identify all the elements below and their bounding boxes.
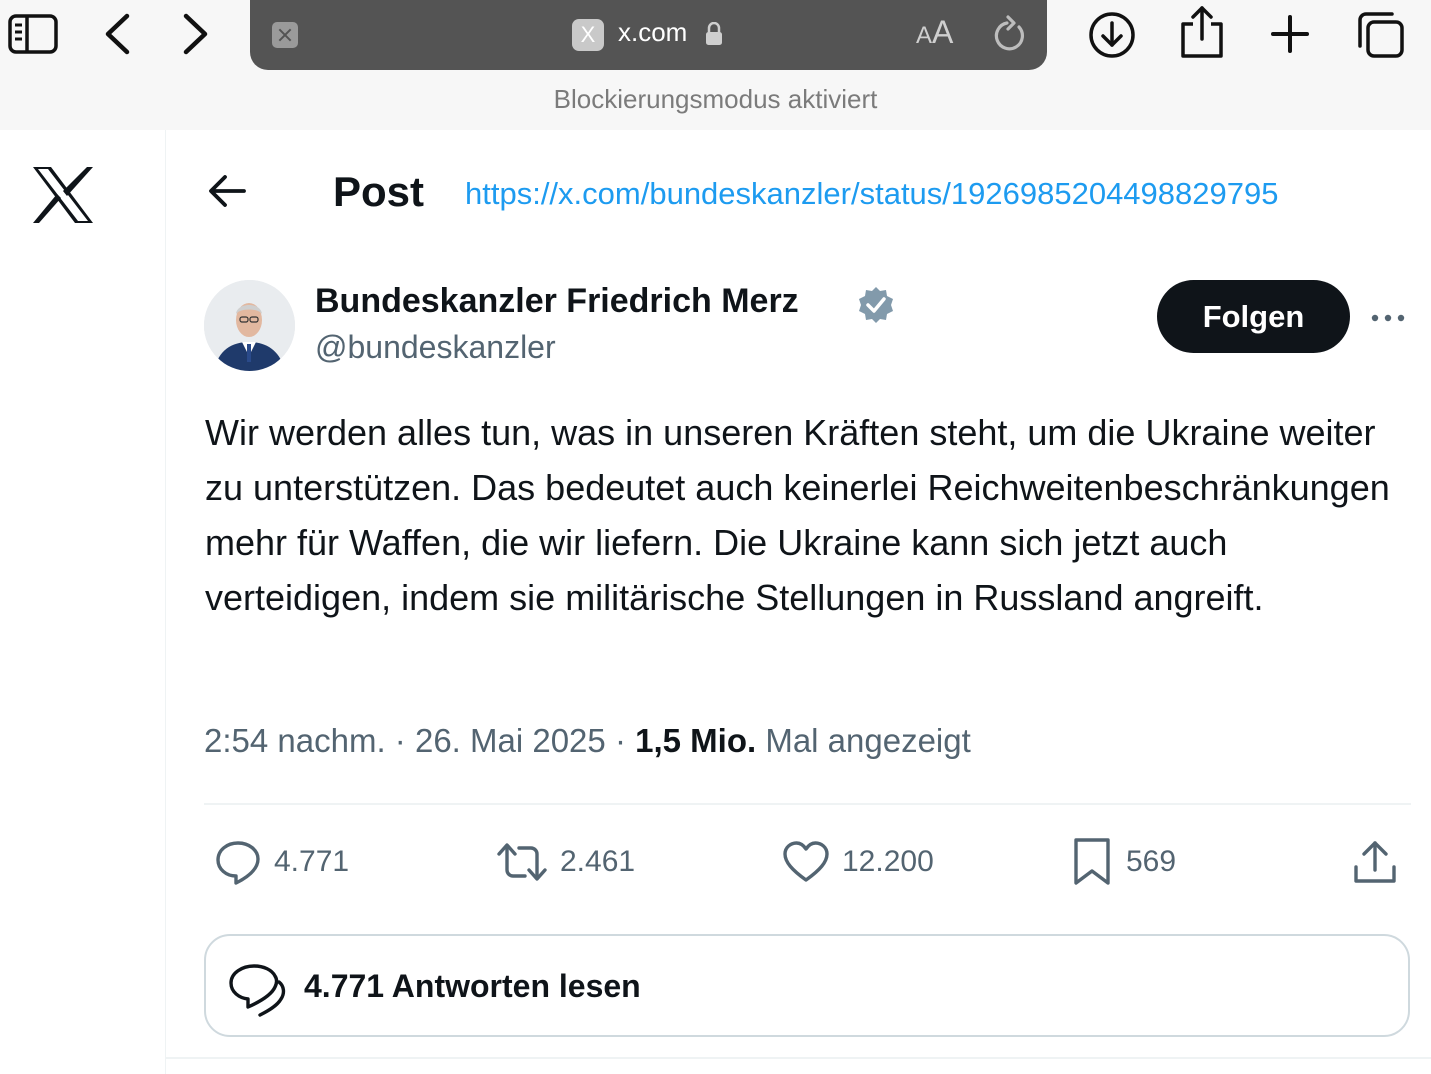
like-button[interactable]: 12.200 xyxy=(782,836,934,888)
text-size-label-small: A xyxy=(916,22,933,49)
back-icon[interactable] xyxy=(103,13,131,55)
avatar[interactable] xyxy=(204,280,295,371)
share-post-button[interactable] xyxy=(1352,836,1398,888)
follow-button[interactable]: Folgen xyxy=(1157,280,1350,353)
lock-icon xyxy=(706,21,722,51)
post-meta: 2:54 nachm. · 26. Mai 2025 · 1,5 Mio. Ma… xyxy=(204,722,971,760)
browser-toolbar: X x.com AA Blockierungsmodus aktiviert xyxy=(0,0,1431,130)
repost-button[interactable]: 2.461 xyxy=(496,836,635,888)
left-navigation xyxy=(0,130,166,1074)
back-arrow-icon[interactable] xyxy=(206,170,248,217)
bookmark-icon xyxy=(1074,838,1110,885)
close-tab-icon[interactable] xyxy=(272,22,298,48)
replies-bubble-icon xyxy=(228,962,288,1023)
forward-icon[interactable] xyxy=(182,13,210,55)
author-handle[interactable]: @bundeskanzler xyxy=(315,329,556,366)
bookmark-count: 569 xyxy=(1126,845,1177,878)
heart-icon xyxy=(783,841,829,882)
site-favicon: X xyxy=(572,19,604,51)
post-date[interactable]: 26. Mai 2025 xyxy=(415,722,606,759)
share-icon[interactable] xyxy=(1180,5,1224,59)
more-options-icon[interactable] xyxy=(1370,306,1406,335)
page-title: Post xyxy=(333,168,425,215)
meta-separator: · xyxy=(394,722,406,759)
verified-badge-icon xyxy=(856,285,896,330)
views-label: Mal angezeigt xyxy=(765,722,971,759)
read-replies-button[interactable]: 4.771 Antworten lesen xyxy=(204,934,1410,1037)
x-logo-icon[interactable] xyxy=(32,166,94,229)
repost-icon xyxy=(497,843,547,881)
reload-icon[interactable] xyxy=(992,15,1026,58)
blocking-mode-status: Blockierungsmodus aktiviert xyxy=(553,84,878,114)
like-count: 12.200 xyxy=(842,845,934,878)
reply-icon xyxy=(216,841,260,885)
address-domain: x.com xyxy=(618,17,688,47)
new-tab-icon[interactable] xyxy=(1270,14,1310,54)
author-name[interactable]: Bundeskanzler Friedrich Merz xyxy=(315,282,799,321)
divider xyxy=(166,1057,1431,1059)
text-size-label-big: A xyxy=(932,14,954,50)
repost-count: 2.461 xyxy=(560,845,636,878)
post-text: Wir werden alles tun, was in unseren Krä… xyxy=(205,412,1390,618)
sidebar-toggle-icon[interactable] xyxy=(8,13,58,55)
bookmark-button[interactable]: 569 xyxy=(1070,836,1176,888)
tabs-overview-icon[interactable] xyxy=(1356,10,1406,60)
share-upload-icon xyxy=(1354,841,1396,883)
text-size-button[interactable]: AA xyxy=(916,14,953,51)
meta-separator: · xyxy=(614,722,626,759)
reply-button[interactable]: 4.771 xyxy=(214,836,349,888)
divider xyxy=(204,803,1411,805)
address-bar[interactable]: X x.com AA xyxy=(250,0,1047,70)
views-count: 1,5 Mio. xyxy=(635,722,757,759)
post-url-link[interactable]: https://x.com/bundeskanzler/status/19269… xyxy=(465,176,1278,212)
read-replies-label: 4.771 Antworten lesen xyxy=(304,968,641,1004)
post-time[interactable]: 2:54 nachm. xyxy=(204,722,386,759)
reply-count: 4.771 xyxy=(274,845,350,878)
downloads-icon[interactable] xyxy=(1088,11,1136,59)
